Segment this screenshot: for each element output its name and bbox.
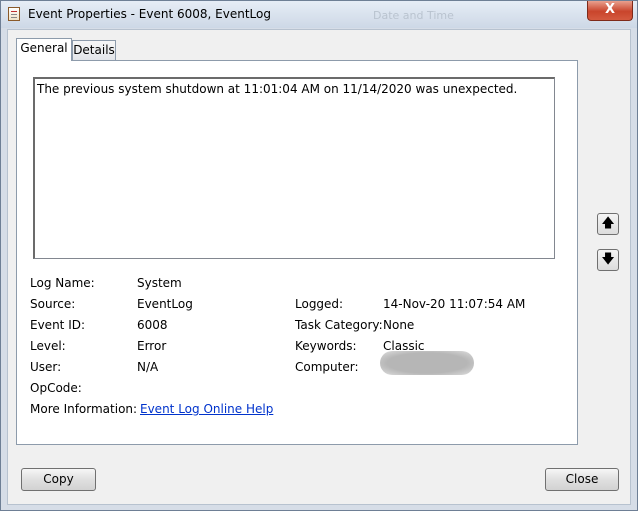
close-icon: X <box>604 2 616 17</box>
close-button[interactable]: Close <box>545 468 619 491</box>
window-title: Event Properties - Event 6008, EventLog <box>28 7 271 21</box>
event-id-value: 6008 <box>137 318 168 332</box>
close-window-button[interactable]: X <box>587 1 633 21</box>
general-tab-panel: The previous system shutdown at 11:01:04… <box>16 60 578 445</box>
arrow-down-icon: 🡇 <box>601 252 615 267</box>
task-category-label: Task Category: <box>295 318 383 332</box>
event-description-textbox[interactable]: The previous system shutdown at 11:01:04… <box>33 77 555 259</box>
previous-event-button[interactable]: 🡅 <box>597 213 619 235</box>
user-value: N/A <box>137 360 159 374</box>
computer-label: Computer: <box>295 360 359 374</box>
event-log-icon <box>8 7 20 21</box>
more-information-label: More Information: <box>30 402 138 416</box>
log-name-value: System <box>137 276 182 290</box>
dialog-client-area: General Details The previous system shut… <box>7 29 631 505</box>
level-label: Level: <box>30 339 66 353</box>
background-window-title: Date and Time <box>373 9 454 22</box>
task-category-value: None <box>383 318 415 332</box>
arrow-up-icon: 🡅 <box>601 216 615 231</box>
event-properties-window: Event Properties - Event 6008, EventLog … <box>0 0 638 511</box>
keywords-label: Keywords: <box>295 339 357 353</box>
logged-value: 14-Nov-20 11:07:54 AM <box>383 297 526 311</box>
source-label: Source: <box>30 297 76 311</box>
title-bar[interactable]: Event Properties - Event 6008, EventLog … <box>1 1 637 28</box>
log-name-label: Log Name: <box>30 276 95 290</box>
event-log-online-help-link[interactable]: Event Log Online Help <box>140 402 273 416</box>
logged-label: Logged: <box>295 297 344 311</box>
tab-details[interactable]: Details <box>72 40 116 60</box>
copy-button[interactable]: Copy <box>21 468 96 491</box>
tab-general[interactable]: General <box>16 38 72 61</box>
event-id-label: Event ID: <box>30 318 86 332</box>
next-event-button[interactable]: 🡇 <box>597 249 619 271</box>
opcode-label: OpCode: <box>30 381 82 395</box>
computer-value-redacted <box>380 351 474 375</box>
level-value: Error <box>137 339 167 353</box>
user-label: User: <box>30 360 62 374</box>
source-value: EventLog <box>137 297 193 311</box>
